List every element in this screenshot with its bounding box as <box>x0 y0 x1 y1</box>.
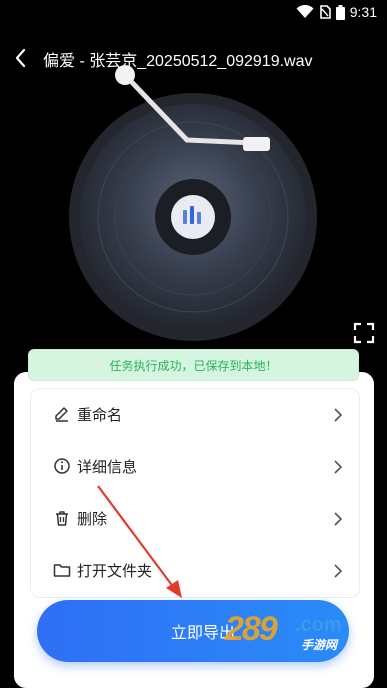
status-time: 9:31 <box>349 4 377 20</box>
watermark-number: 289 <box>225 610 278 648</box>
toast-message: 任务执行成功，已保存到本地！ <box>109 358 278 373</box>
battery-icon <box>335 4 345 20</box>
success-toast: 任务执行成功，已保存到本地！ <box>28 349 359 381</box>
menu-item-label: 重命名 <box>77 406 123 424</box>
menu-item-details[interactable]: 详细信息 <box>31 441 361 493</box>
wifi-icon <box>296 5 314 18</box>
chevron-right-icon <box>334 460 343 474</box>
status-icons: 9:31 <box>296 4 377 20</box>
edit-icon <box>55 407 68 422</box>
chevron-right-icon <box>334 408 343 422</box>
menu-item-label: 删除 <box>77 510 108 528</box>
info-icon <box>54 458 70 474</box>
watermark-logo: 289 .com 手游网 <box>225 610 365 652</box>
menu-item-rename[interactable]: 重命名 <box>31 389 361 441</box>
watermark-domain: .com <box>295 614 342 636</box>
no-sim-icon <box>319 5 331 19</box>
chevron-right-icon <box>334 512 343 526</box>
action-menu: 重命名 详细信息 删除 打开文件夹 <box>30 388 360 598</box>
menu-item-label: 打开文件夹 <box>77 562 153 580</box>
vinyl-record <box>69 65 317 341</box>
trash-icon <box>56 511 68 526</box>
watermark-subtitle: 手游网 <box>301 638 338 652</box>
status-bar: 9:31 <box>0 0 387 28</box>
fullscreen-icon[interactable] <box>353 322 375 344</box>
menu-item-delete[interactable]: 删除 <box>31 493 361 545</box>
folder-icon <box>53 564 71 577</box>
menu-item-label: 详细信息 <box>77 458 138 476</box>
menu-item-open-folder[interactable]: 打开文件夹 <box>31 545 361 597</box>
chevron-right-icon <box>334 564 343 578</box>
